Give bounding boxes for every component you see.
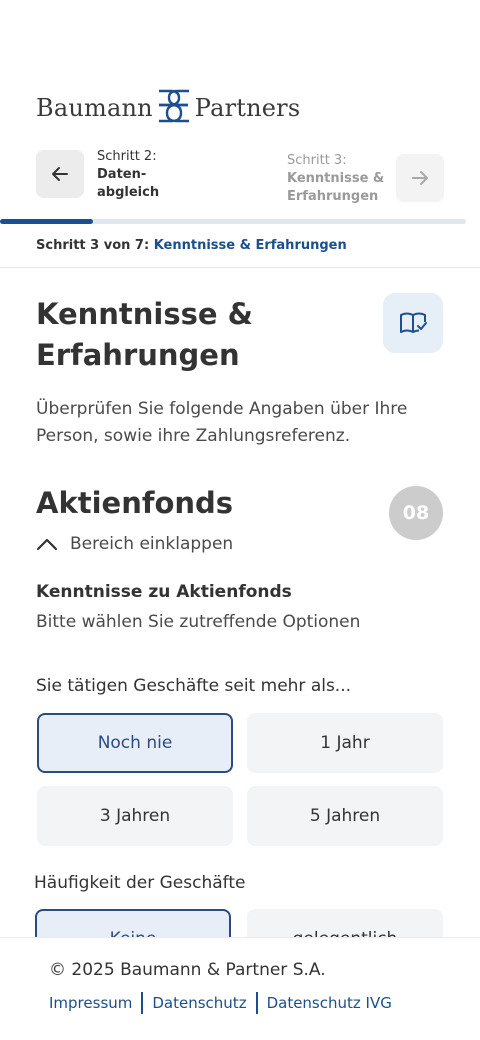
- next-step-button[interactable]: [396, 154, 444, 202]
- chevron-up-icon: [36, 537, 58, 551]
- footer: © 2025 Baumann & Partner S.A. Impressum …: [0, 937, 480, 1040]
- next-step-name-line2: Erfahrungen: [287, 189, 379, 204]
- question-frequency-label: Häufigkeit der Geschäfte: [34, 873, 246, 893]
- section-number-badge: 08: [389, 486, 443, 540]
- footer-copyright: © 2025 Baumann & Partner S.A.: [49, 960, 326, 980]
- option-5-jahren[interactable]: 5 Jahren: [247, 786, 443, 846]
- brand-logo: Baumann Partners: [36, 88, 300, 128]
- next-step-number: Schritt 3:: [287, 153, 347, 168]
- next-step-name-line1: Kenntnisse &: [287, 171, 385, 186]
- section-title: Aktienfonds: [36, 486, 234, 520]
- info-book-button[interactable]: [383, 293, 443, 353]
- datenschutz-ivg-link[interactable]: Datenschutz IVG: [267, 994, 392, 1012]
- brand-name-right: Partners: [194, 94, 301, 122]
- option-noch-nie[interactable]: Noch nie: [37, 713, 233, 773]
- book-check-icon: [400, 312, 427, 333]
- previous-step-label[interactable]: Schritt 2: Daten- abgleich: [97, 148, 159, 202]
- brand-name-left: Baumann: [36, 94, 153, 122]
- next-step-label[interactable]: Schritt 3: Kenntnisse & Erfahrungen: [287, 152, 384, 206]
- step-indicator: Schritt 3 von 7: Kenntnisse & Erfahrunge…: [36, 238, 347, 253]
- impressum-link[interactable]: Impressum: [49, 994, 132, 1012]
- page-title: Kenntnisse & Erfahrungen: [36, 297, 253, 372]
- link-separator: [255, 992, 258, 1014]
- previous-step-button[interactable]: [36, 150, 84, 198]
- question-experience-label: Sie tätigen Geschäfte seit mehr als...: [36, 676, 352, 696]
- arrow-right-icon: [412, 171, 428, 185]
- header-divider: [0, 267, 480, 268]
- page-intro: Überprüfen Sie folgende Angaben über Ihr…: [36, 399, 408, 446]
- step-progress-bar: [0, 219, 466, 224]
- previous-step-number: Schritt 2:: [97, 149, 157, 164]
- collapse-section-label: Bereich einklappen: [70, 534, 234, 554]
- datenschutz-link[interactable]: Datenschutz: [152, 994, 246, 1012]
- knowledge-subtext: Bitte wählen Sie zutreffende Optionen: [36, 612, 361, 632]
- previous-step-name-line1: Daten-: [97, 167, 147, 182]
- previous-step-name-line2: abgleich: [97, 185, 160, 200]
- option-1-jahr[interactable]: 1 Jahr: [247, 713, 443, 773]
- footer-links: Impressum Datenschutz Datenschutz IVG: [49, 992, 392, 1014]
- step-navigation: Schritt 2: Daten- abgleich Schritt 3: Ke…: [36, 148, 444, 208]
- link-separator: [141, 992, 144, 1014]
- knowledge-subheading: Kenntnisse zu Aktienfonds: [36, 582, 292, 602]
- collapse-section-toggle[interactable]: Bereich einklappen: [36, 531, 233, 557]
- arrow-left-icon: [52, 167, 68, 181]
- step-indicator-prefix: Schritt 3 von 7:: [36, 238, 150, 253]
- step-indicator-current: Kenntnisse & Erfahrungen: [153, 238, 347, 253]
- option-3-jahren[interactable]: 3 Jahren: [37, 786, 233, 846]
- step-progress-fill: [0, 219, 94, 224]
- bp-monogram-icon: [155, 87, 193, 129]
